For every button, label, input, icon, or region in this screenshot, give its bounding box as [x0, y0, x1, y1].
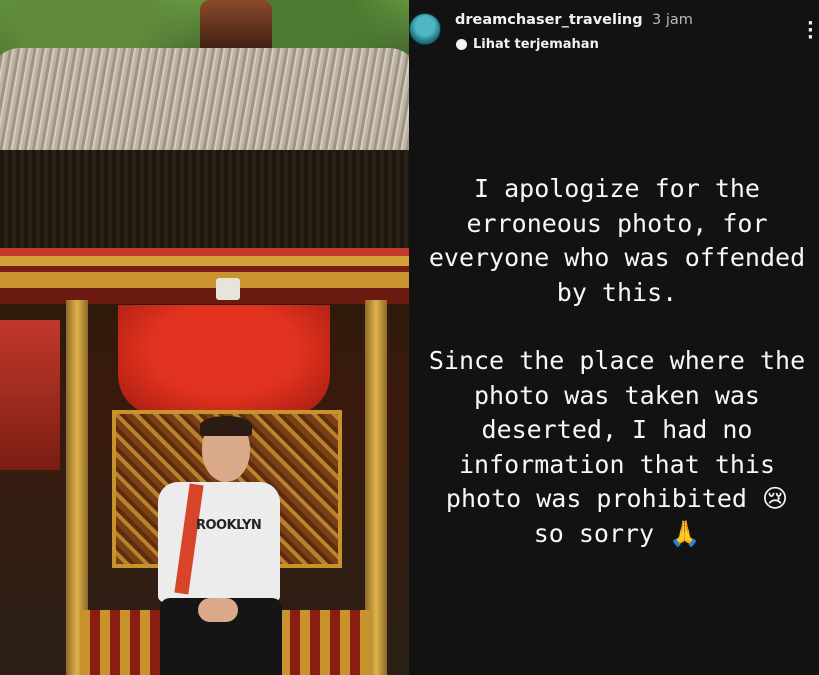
message-paragraph-2-text: Since the place where the photo was take…	[428, 346, 806, 513]
message-paragraph-1: I apologize for the erroneous photo, for…	[428, 174, 806, 307]
avatar[interactable]	[409, 13, 441, 45]
closing-text: so sorry	[533, 518, 655, 548]
person-hands	[198, 598, 238, 622]
roof-underside	[0, 150, 409, 250]
lamp	[216, 278, 240, 300]
story-photo: ROOKLYN	[0, 0, 409, 675]
post-time: 3 jam	[652, 12, 693, 28]
thatched-roof	[0, 48, 409, 158]
message-paragraph-2: Since the place where the photo was take…	[420, 344, 814, 551]
sad-emoji-icon: 😢	[762, 484, 789, 513]
translate-icon	[456, 39, 467, 50]
username[interactable]: dreamchaser_traveling	[455, 12, 643, 28]
pray-emoji-icon: 🙏	[669, 518, 701, 548]
red-curtain	[118, 305, 330, 415]
translate-label: Lihat terjemahan	[473, 37, 599, 52]
side-structure	[0, 320, 60, 470]
story-screen: ROOKLYN dreamchaser_traveling 3 jam Liha…	[0, 0, 819, 675]
translate-link[interactable]: Lihat terjemahan	[456, 37, 599, 52]
story-message: I apologize for the erroneous photo, for…	[420, 172, 814, 551]
shirt-print: ROOKLYN	[196, 518, 262, 533]
ornate-beam	[0, 248, 409, 304]
person-hair	[200, 416, 252, 436]
roof-ornament	[200, 0, 272, 54]
more-vertical-icon[interactable]: · · ·	[807, 15, 814, 47]
